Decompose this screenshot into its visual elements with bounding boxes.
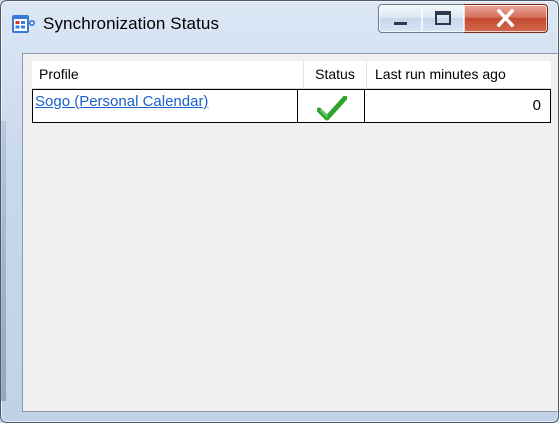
close-button[interactable] [464, 4, 548, 33]
close-icon [496, 8, 515, 28]
table-row[interactable]: Sogo (Personal Calendar) 0 [32, 89, 551, 123]
maximize-icon [435, 11, 451, 25]
minimize-button[interactable] [378, 4, 423, 33]
column-header-profile[interactable]: Profile [32, 61, 304, 88]
check-icon [317, 96, 347, 121]
window-title: Synchronization Status [43, 14, 220, 33]
last-run-cell: 0 [365, 89, 551, 123]
minimize-icon [394, 22, 407, 25]
title-bar[interactable]: Synchronization Status [1, 1, 558, 45]
column-header-last-run[interactable]: Last run minutes ago [367, 61, 551, 88]
sync-status-window: Synchronization Status Profile Status La… [0, 0, 559, 423]
status-cell [298, 89, 365, 123]
profile-cell: Sogo (Personal Calendar) [32, 89, 298, 123]
last-run-value: 0 [532, 97, 541, 114]
column-header-status[interactable]: Status [304, 61, 367, 88]
maximize-button[interactable] [422, 4, 465, 33]
profile-link[interactable]: Sogo (Personal Calendar) [35, 93, 208, 110]
window-edge-shadow [1, 121, 6, 401]
list-header: Profile Status Last run minutes ago [32, 61, 551, 89]
calendar-sync-icon [12, 15, 35, 33]
